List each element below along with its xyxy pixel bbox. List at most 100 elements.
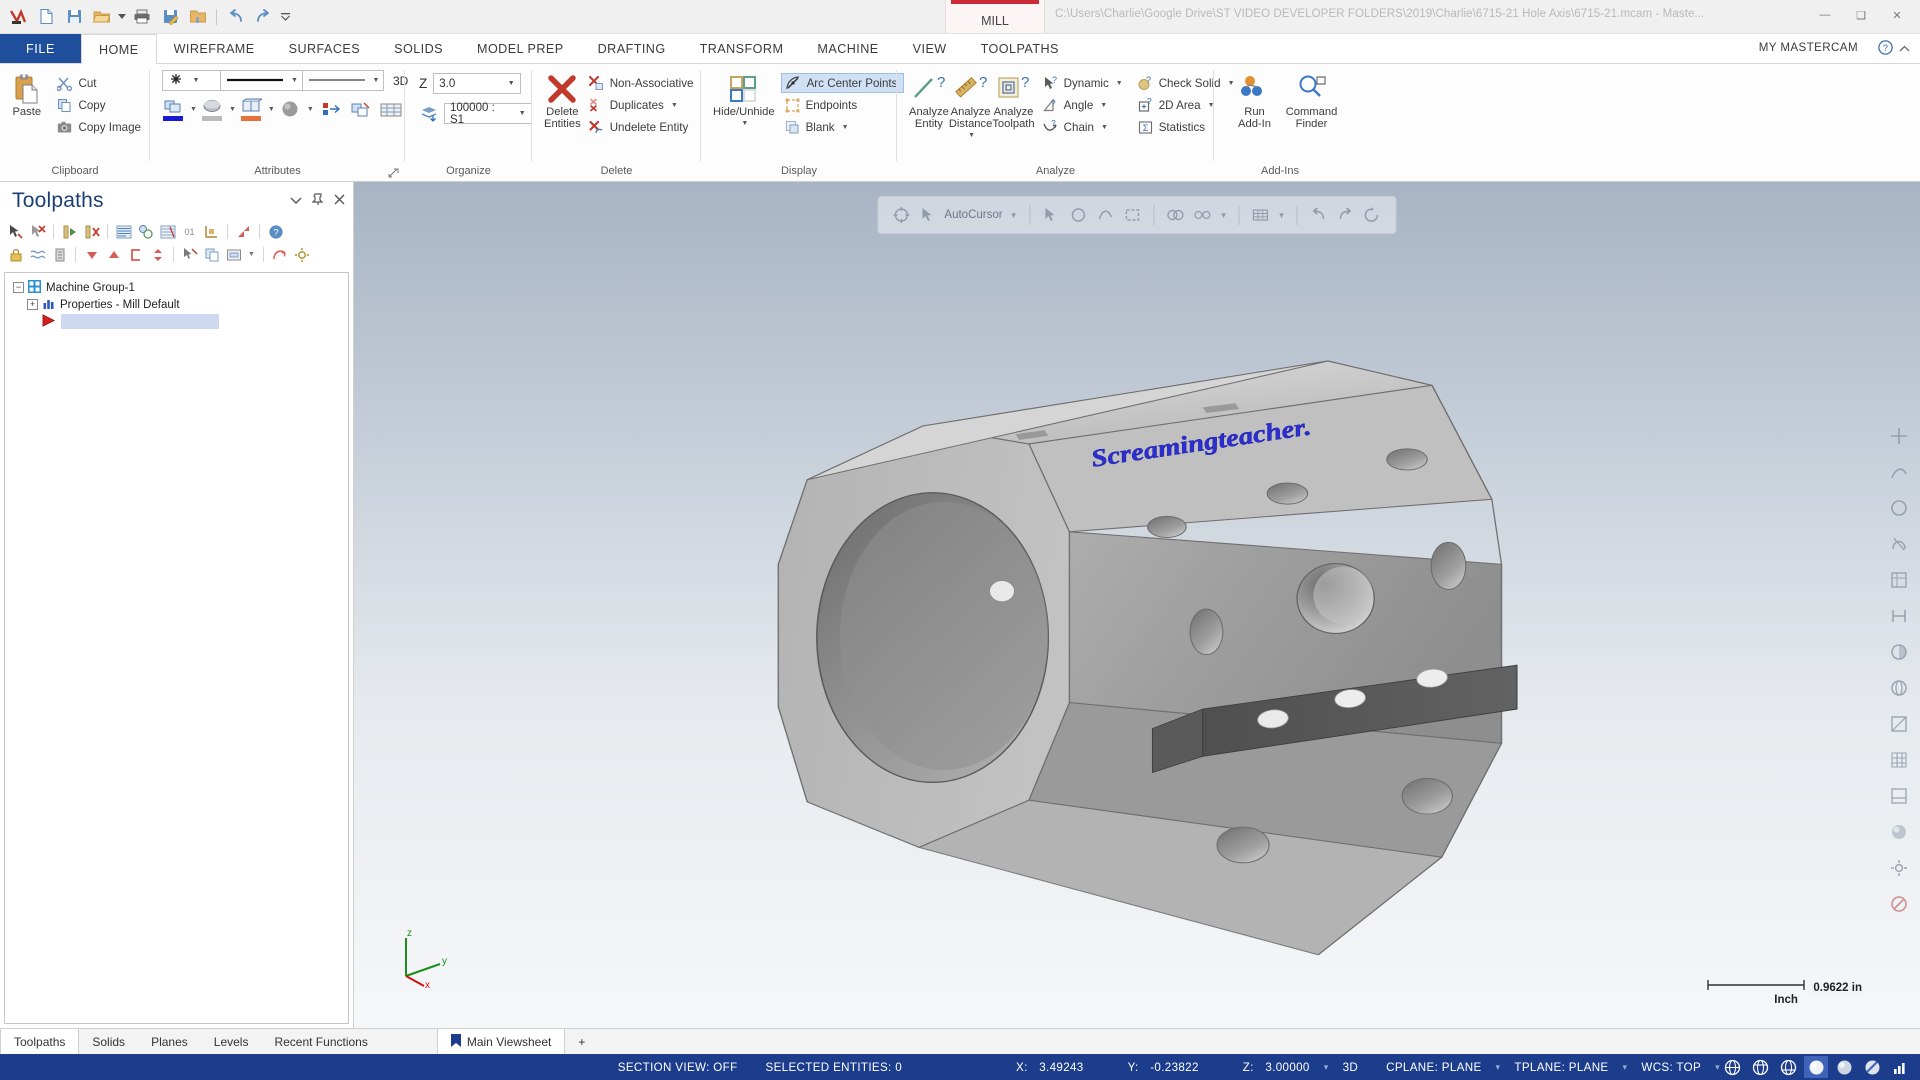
status-selected-entities[interactable]: SELECTED ENTITIES: 0 [752,1061,917,1074]
bottom-tab-recent-functions[interactable]: Recent Functions [261,1029,380,1054]
status-wcs[interactable]: WCS: TOP [1627,1061,1715,1074]
copy-button[interactable]: Copy [53,95,144,115]
angle-caret-icon[interactable]: ▼ [1100,102,1107,109]
delete-entities-button[interactable]: Delete Entities [544,70,581,130]
shaded-translucent-icon[interactable] [1832,1056,1856,1078]
wireframe-view-icon[interactable] [1885,674,1913,702]
rotate-view-icon[interactable] [1885,494,1913,522]
attribute-manager-button[interactable] [379,101,403,119]
deselect-all-toolpaths-icon[interactable] [28,222,47,241]
toolpath-count-icon[interactable]: 01 [180,222,199,241]
line-width-combo[interactable]: ▼ [302,70,384,91]
shaded-display-icon[interactable] [1804,1056,1828,1078]
part-model-render[interactable]: Screamingteacher. [354,182,1920,1028]
undelete-entity-button[interactable]: Undelete Entity [585,117,697,137]
panel-close-icon[interactable] [334,194,345,208]
wireframe-color-button[interactable] [162,98,184,121]
machine-group-expander-icon[interactable]: − [13,282,24,293]
open-dropdown-icon[interactable] [117,4,127,30]
shading-icon[interactable] [1885,638,1913,666]
point-style-caret-icon[interactable]: ▼ [190,77,202,84]
translucency-icon[interactable] [1885,782,1913,810]
material-caret-icon[interactable]: ▼ [307,106,314,113]
point-style-combo[interactable]: ▼ [162,70,220,91]
tab-solids[interactable]: SOLIDS [377,34,460,64]
bottom-tab-solids[interactable]: Solids [79,1029,138,1054]
toolpath-transform-icon[interactable] [270,245,289,264]
copy-toolpath-icon[interactable] [202,245,221,264]
wireframe-color-caret-icon[interactable]: ▼ [190,106,197,113]
line-style-caret-icon[interactable]: ▼ [290,77,299,84]
regenerate-toolpath-icon[interactable] [60,222,79,241]
tab-home[interactable]: HOME [81,34,157,65]
close-button[interactable]: ✕ [1880,4,1914,26]
graphics-viewport[interactable]: AutoCursor ▼ ▼ ▼ Screamingteacher. z y x… [354,182,1920,1028]
qat-more-icon[interactable] [278,4,292,30]
solid-color-caret-icon[interactable]: ▼ [268,106,275,113]
open-folder-icon[interactable] [89,4,115,30]
material-view-icon[interactable] [1885,818,1913,846]
save-icon[interactable] [61,4,87,30]
tree-node-machine-group[interactable]: − Machine Group-1 [9,279,344,296]
high-speed-toolpath-icon[interactable] [136,222,155,241]
bottom-tab-toolpaths[interactable]: Toolpaths [0,1029,80,1054]
folder-add-icon[interactable] [185,4,211,30]
level-caret-icon[interactable]: ▼ [516,110,528,117]
toolpaths-tree[interactable]: − Machine Group-1 + Properties - Mill De… [4,272,349,1024]
performance-graph-icon[interactable] [1888,1056,1912,1078]
analyze-distance-caret-icon[interactable]: ▼ [968,130,975,142]
new-file-icon[interactable] [33,4,59,30]
material-display-icon[interactable] [1860,1056,1884,1078]
toolpath-group-icon[interactable] [126,245,145,264]
tree-node-toolpath[interactable] [9,313,344,330]
tab-view[interactable]: VIEW [896,34,964,64]
level-combo[interactable]: 100000 : S1 ▼ [444,102,532,126]
fit-view-icon[interactable] [1885,422,1913,450]
tab-drafting[interactable]: DRAFTING [581,34,683,64]
my-mastercam-link[interactable]: MY MASTERCAM [1759,41,1858,54]
angle-analyze-button[interactable]: ? Angle ▼ [1039,95,1126,115]
view-settings-icon[interactable] [1885,854,1913,882]
expand-collapse-icon[interactable] [148,245,167,264]
bottom-tab-levels[interactable]: Levels [201,1029,262,1054]
tab-wireframe[interactable]: WIREFRAME [157,34,272,64]
analyze-entity-button[interactable]: ? Analyze Entity [909,70,949,130]
toolpaths-help-icon[interactable]: ? [266,222,285,241]
analyze-distance-button[interactable]: ? Analyze Distance ▼ [949,70,993,142]
verify-toolpath-icon[interactable] [202,222,221,241]
panel-pin-icon[interactable] [311,193,324,209]
regenerate-all-icon[interactable] [82,222,101,241]
toolpath-properties-icon[interactable] [224,245,243,264]
analyze-toolpath-button[interactable]: ? Analyze Toolpath [992,70,1034,130]
z-depth-caret-icon[interactable]: ▼ [505,80,517,87]
attributes-dialog-launcher[interactable] [388,168,399,179]
hidden-lines-display-icon[interactable] [1748,1056,1772,1078]
section-view-icon[interactable] [1885,710,1913,738]
backplot-icon[interactable] [158,222,177,241]
line-width-caret-icon[interactable]: ▼ [372,77,380,84]
tab-model-prep[interactable]: MODEL PREP [460,34,581,64]
tree-node-properties[interactable]: + Properties - Mill Default [9,296,344,313]
toolpath-props-caret-icon[interactable]: ▼ [246,245,257,264]
arc-center-points-toggle[interactable]: Arc Center Points [780,73,905,93]
shaded-wireframe-icon[interactable] [1776,1056,1800,1078]
mastercam-logo-icon[interactable] [5,4,31,30]
status-tplane[interactable]: TPLANE: PLANE [1500,1061,1622,1074]
non-associative-button[interactable]: Non-Associative [585,73,697,93]
print-icon[interactable] [129,4,155,30]
copy-image-button[interactable]: Copy Image [53,117,144,137]
surface-color-caret-icon[interactable]: ▼ [229,106,236,113]
properties-expander-icon[interactable]: + [27,299,38,310]
material-button[interactable] [279,100,301,119]
duplicates-caret-icon[interactable]: ▼ [671,102,678,109]
save-as-icon[interactable] [157,4,183,30]
chain-analyze-button[interactable]: ? Chain ▼ [1039,117,1126,137]
cut-button[interactable]: Cut [53,73,144,93]
blank-caret-icon[interactable]: ▼ [842,124,849,131]
minimize-button[interactable]: — [1808,4,1842,26]
bottom-tab-planes[interactable]: Planes [138,1029,201,1054]
dynamic-rotate-icon[interactable] [1885,530,1913,558]
add-viewsheet-button[interactable]: + [565,1029,598,1054]
front-view-icon[interactable] [1885,602,1913,630]
move-down-icon[interactable] [82,245,101,264]
